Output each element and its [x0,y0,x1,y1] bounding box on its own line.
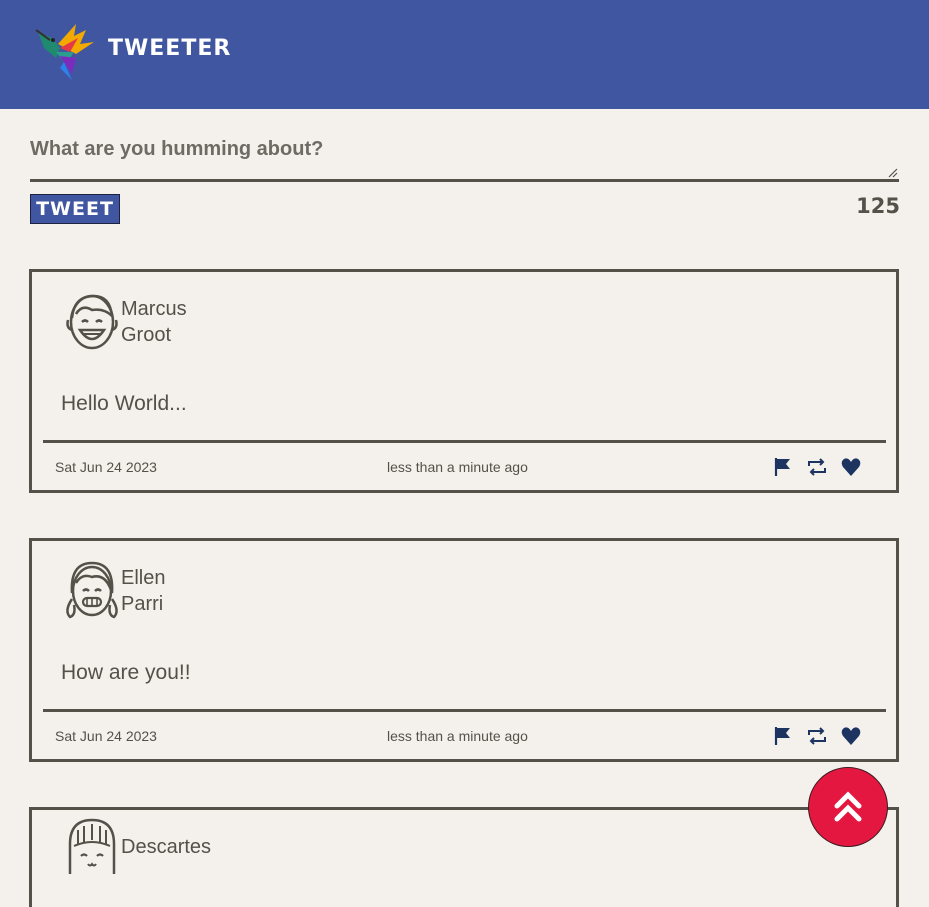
tweet-date: Sat Jun 24 2023 [55,459,157,475]
tweet-text: Hello World... [61,392,187,415]
tweet-composer: TWEET 125 [30,130,900,224]
tweet-divider [43,709,886,712]
double-chevron-up-icon [834,791,862,822]
resize-grip-icon[interactable] [888,168,898,178]
tweet-author: Ellen Parri [121,565,165,617]
bangs-avatar-icon [68,818,116,874]
brand-title[interactable]: TWEETER [108,36,231,61]
tweet-card: Descartes [29,807,899,907]
tweet-author: Descartes [121,834,211,860]
heart-icon[interactable] [840,456,862,478]
tweet-divider [43,440,886,443]
tweet-relative-time: less than a minute ago [387,728,528,744]
tweet-relative-time: less than a minute ago [387,459,528,475]
author-first-name: Ellen [121,567,166,589]
author-last-name: Parri [121,593,164,615]
tweet-author: Marcus Groot [121,296,187,348]
boy-avatar-icon [66,294,118,350]
retweet-icon[interactable] [806,725,828,747]
author-first-name: Marcus [121,298,187,320]
tweet-card: Marcus Groot Hello World... Sat Jun 24 2… [29,269,899,493]
girl-avatar-icon [66,561,118,619]
scroll-to-top-button[interactable] [808,767,888,847]
tweet-text: How are you!! [61,661,191,684]
tweet-button[interactable]: TWEET [30,194,120,224]
hummingbird-logo-icon[interactable] [30,18,96,84]
tweet-card: Ellen Parri How are you!! Sat Jun 24 202… [29,538,899,762]
tweet-actions [772,725,862,747]
tweet-actions [772,456,862,478]
tweet-date: Sat Jun 24 2023 [55,728,157,744]
tweet-input[interactable] [30,130,899,182]
heart-icon[interactable] [840,725,862,747]
author-first-name: Descartes [121,836,212,858]
author-last-name: Groot [121,324,172,346]
char-counter: 125 [856,194,900,218]
retweet-icon[interactable] [806,456,828,478]
flag-icon[interactable] [772,725,794,747]
flag-icon[interactable] [772,456,794,478]
top-navbar: TWEETER [0,0,929,109]
